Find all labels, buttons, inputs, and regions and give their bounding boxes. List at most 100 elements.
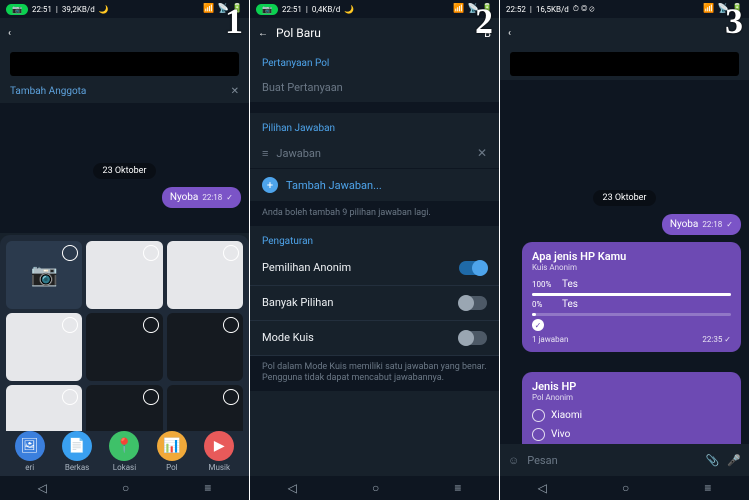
check-icon: ✓: [226, 193, 233, 202]
radio-icon: [532, 428, 545, 441]
attachment-types: 🖼 eri 📄 Berkas 📍 Lokasi 📊 Pol ▶ Musik: [0, 431, 249, 472]
status-time: 22:51: [282, 5, 302, 14]
panel-number: 3: [725, 0, 743, 42]
poll-title: Jenis HP: [532, 380, 731, 393]
media-thumb[interactable]: [6, 313, 82, 381]
camera-indicator: 📷: [6, 4, 28, 15]
nav-back[interactable]: ◁: [288, 481, 297, 495]
android-navbar: ◁ ○ ≡: [500, 476, 749, 500]
answer-input[interactable]: ≡ Jawaban ✕: [250, 138, 499, 169]
attachment-sheet: 📷 🖼 eri 📄 Berkas 📍 Lokasi: [0, 235, 249, 500]
message-out[interactable]: Nyoba 22:18 ✓: [162, 187, 241, 208]
radio-icon: [532, 409, 545, 422]
poll-quiz[interactable]: Apa jenis HP Kamu Kuis Anonim 100% Tes 0…: [522, 242, 741, 352]
moon-icon: 🌙: [344, 5, 354, 14]
date-chip: 23 Oktober: [593, 190, 657, 206]
file-icon: 📄: [62, 431, 92, 461]
setting-anonymous[interactable]: Pemilihan Anonim: [250, 251, 499, 286]
drag-icon[interactable]: ≡: [262, 147, 268, 160]
music-icon: ▶: [204, 431, 234, 461]
poll-option[interactable]: Vivo: [532, 425, 731, 444]
gallery-icon: 🖼: [15, 431, 45, 461]
wifi-icon: 📶: [203, 4, 214, 14]
nav-back[interactable]: ◁: [38, 481, 47, 495]
media-thumb[interactable]: [167, 313, 243, 381]
clear-icon[interactable]: ✕: [477, 146, 487, 160]
status-speed: 0,4KB/d: [312, 5, 340, 14]
check-icon: ✓: [726, 220, 733, 229]
attach-file-button[interactable]: 📄 Berkas: [62, 431, 92, 472]
setting-quiz[interactable]: Mode Kuis: [250, 321, 499, 356]
question-input[interactable]: Buat Pertanyaan: [250, 73, 499, 103]
setting-multiple[interactable]: Banyak Pilihan: [250, 286, 499, 321]
camera-indicator: 📷: [256, 4, 278, 15]
attach-music-button[interactable]: ▶ Musik: [204, 431, 234, 472]
panel-number: 2: [475, 0, 493, 42]
message-text: Nyoba: [170, 192, 199, 203]
poll-time: 22:35: [702, 335, 722, 344]
panel-number: 1: [225, 0, 243, 42]
nav-recent[interactable]: ≡: [454, 481, 461, 495]
status-bar: 22:52 | 16,5KB/d ⏱ ◎ ⊘ 📶 📡 🔋: [500, 0, 749, 18]
status-bar: 📷 22:51 | 39,2KB/d 🌙 📶 📡 🔋: [0, 0, 249, 18]
nav-recent[interactable]: ≡: [204, 481, 211, 495]
attach-gallery-button[interactable]: 🖼 eri: [15, 431, 45, 472]
toggle-multiple[interactable]: [459, 296, 487, 310]
section-settings-title: Pengaturan: [250, 226, 499, 251]
camera-tile[interactable]: 📷: [6, 241, 82, 309]
media-thumb[interactable]: [167, 385, 243, 431]
add-member-label: Tambah Anggota: [10, 86, 86, 97]
status-time: 22:51: [32, 5, 52, 14]
chat-header[interactable]: ‹: [500, 18, 749, 48]
message-text: Nyoba: [670, 219, 699, 230]
toggle-quiz[interactable]: [459, 331, 487, 345]
nav-back[interactable]: ◁: [538, 481, 547, 495]
moon-icon: 🌙: [99, 5, 109, 14]
answer-placeholder: Jawaban: [276, 147, 321, 160]
back-icon[interactable]: ‹: [508, 28, 511, 39]
poll-icon: 📊: [157, 431, 187, 461]
nav-home[interactable]: ○: [372, 481, 379, 495]
poll-option[interactable]: Xiaomi: [532, 406, 731, 425]
media-gallery: 📷: [6, 241, 243, 431]
media-thumb[interactable]: [6, 385, 82, 431]
location-icon: 📍: [109, 431, 139, 461]
chat-header[interactable]: ‹: [0, 18, 249, 48]
android-navbar: ◁ ○ ≡: [0, 476, 249, 500]
header-title: Pol Baru: [276, 26, 476, 40]
attach-icon[interactable]: 📎: [706, 454, 720, 467]
poll-subtitle: Kuis Anonim: [532, 263, 731, 272]
question-placeholder: Buat Pertanyaan: [262, 81, 343, 94]
media-thumb[interactable]: [86, 241, 162, 309]
mic-icon[interactable]: 🎤: [727, 454, 741, 467]
header-redacted: [510, 52, 739, 76]
nav-home[interactable]: ○: [122, 481, 129, 495]
add-answer-button[interactable]: + Tambah Jawaban...: [250, 169, 499, 202]
add-member-row[interactable]: Tambah Anggota ✕: [0, 80, 249, 103]
input-placeholder: Pesan: [527, 454, 697, 467]
back-icon[interactable]: ‹: [8, 28, 11, 39]
android-navbar: ◁ ○ ≡: [250, 476, 499, 500]
status-extra: ⏱ ◎ ⊘: [573, 4, 595, 14]
attach-poll-button[interactable]: 📊 Pol: [157, 431, 187, 472]
toggle-anonymous[interactable]: [459, 261, 487, 275]
emoji-icon[interactable]: ☺: [508, 454, 519, 467]
nav-home[interactable]: ○: [622, 481, 629, 495]
screen-2: 2 📷 22:51 | 0,4KB/d 🌙 📶 📡 🔋 ← Pol Baru B…: [250, 0, 500, 500]
message-out[interactable]: Nyoba 22:18 ✓: [662, 214, 741, 235]
close-icon[interactable]: ✕: [231, 86, 239, 97]
message-input[interactable]: ☺ Pesan 📎 🎤: [500, 444, 749, 476]
attach-location-button[interactable]: 📍 Lokasi: [109, 431, 139, 472]
chat-area: 23 Oktober Nyoba 22:18 ✓ Apa jenis HP Ka…: [500, 80, 749, 500]
quiz-hint: Pol dalam Mode Kuis memiliki satu jawaba…: [250, 356, 499, 391]
status-bar: 📷 22:51 | 0,4KB/d 🌙 📶 📡 🔋: [250, 0, 499, 18]
media-thumb[interactable]: [86, 385, 162, 431]
poll-option: 0% Tes: [532, 296, 731, 313]
poll-title: Apa jenis HP Kamu: [532, 250, 731, 263]
answers-remaining-hint: Anda boleh tambah 9 pilihan jawaban lagi…: [250, 202, 499, 226]
media-thumb[interactable]: [86, 313, 162, 381]
chat-area: 23 Oktober Nyoba 22:18 ✓: [0, 103, 249, 233]
media-thumb[interactable]: [167, 241, 243, 309]
nav-recent[interactable]: ≡: [704, 481, 711, 495]
back-icon[interactable]: ←: [258, 28, 268, 39]
